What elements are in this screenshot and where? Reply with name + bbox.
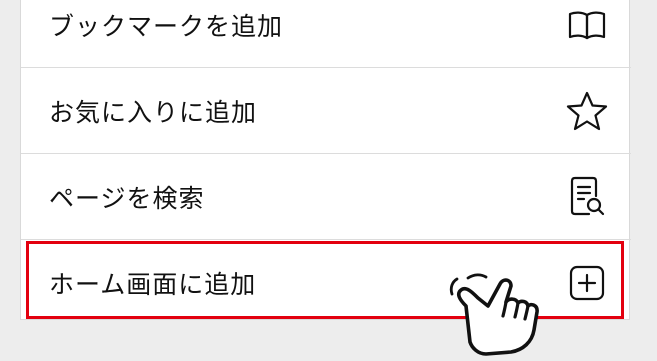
menu-item-find-on-page[interactable]: ページを検索 [21,154,631,240]
menu-item-add-favorite[interactable]: お気に入りに追加 [21,68,631,154]
search-page-icon [565,175,609,219]
star-icon [565,89,609,133]
menu-item-label: ページを検索 [49,184,205,213]
menu-item-add-bookmark[interactable]: ブックマークを追加 [21,0,631,68]
book-icon [565,3,609,47]
menu-item-label: ホーム画面に追加 [49,270,257,299]
menu-item-label: ブックマークを追加 [49,12,284,41]
add-square-icon [565,261,609,305]
hand-pointer-icon [448,272,558,357]
menu-item-label: お気に入りに追加 [49,98,258,127]
